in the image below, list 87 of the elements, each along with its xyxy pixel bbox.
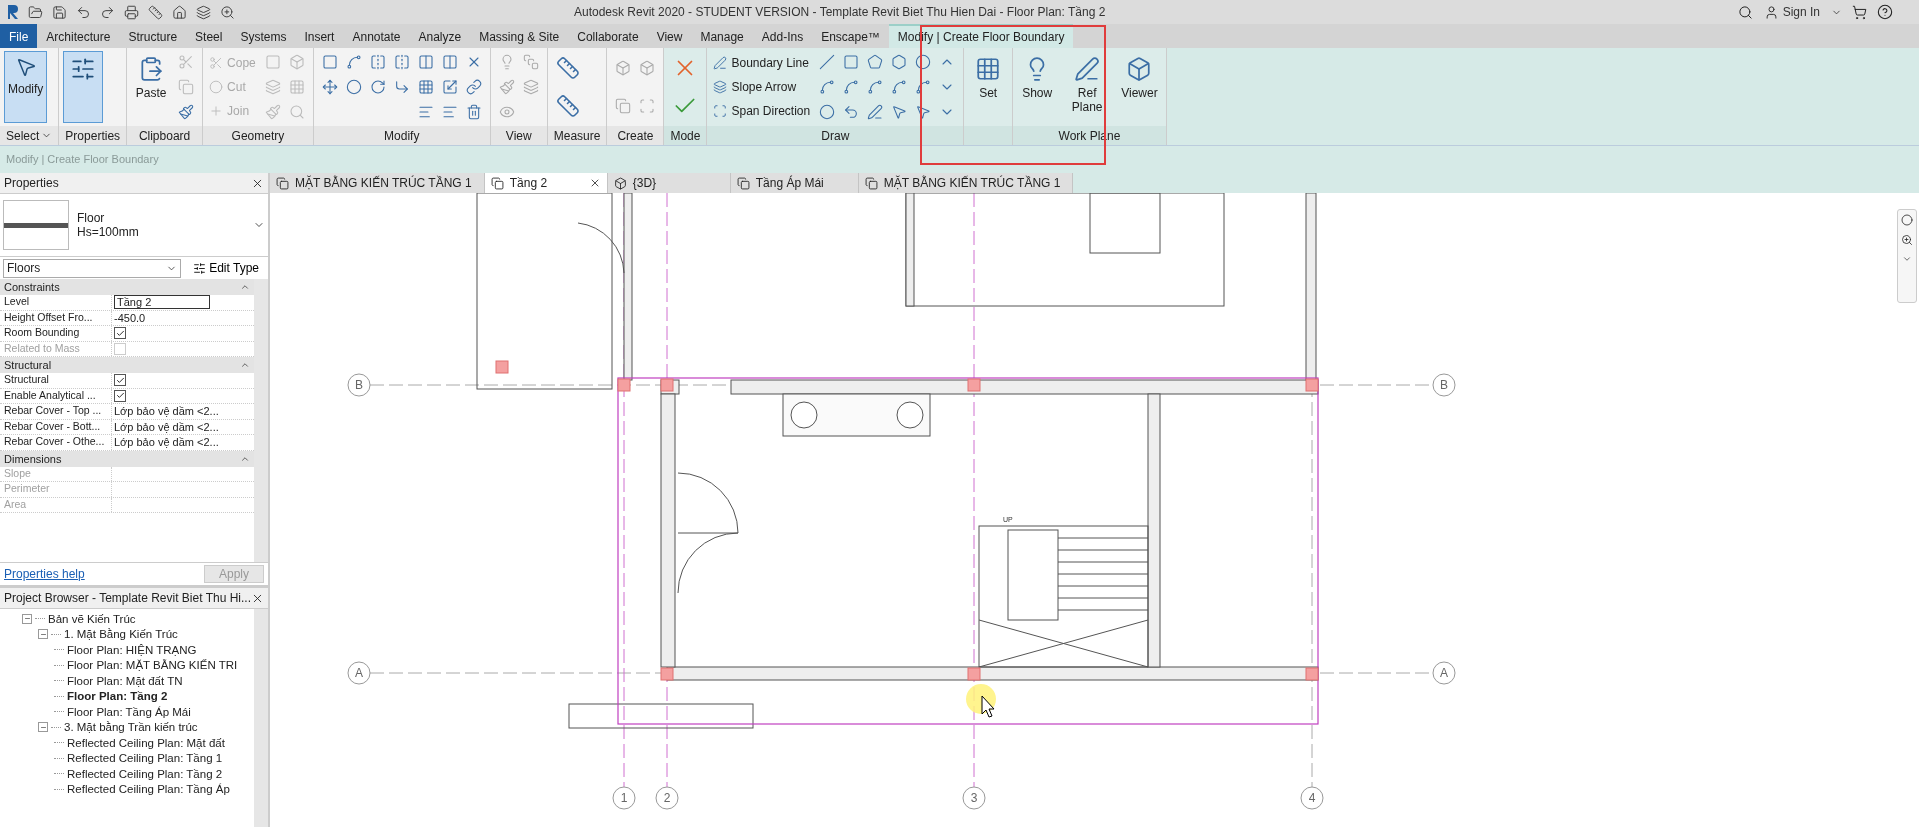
tree-item[interactable]: 3. Mặt bằng Trần kiến trúc xyxy=(38,719,254,735)
grid-bubble: B xyxy=(1432,373,1456,397)
document-tab[interactable]: Tầng Áp Mái xyxy=(730,173,859,193)
help-link[interactable]: Properties help xyxy=(4,567,85,581)
document-tab[interactable]: MẶT BẰNG KIẾN TRÚC TẦNG 1 xyxy=(858,173,1074,193)
ribbon-tab[interactable]: Analyze xyxy=(409,24,471,48)
group-label: Draw xyxy=(707,126,964,145)
property-label: Slope xyxy=(0,466,112,481)
ribbon-tool[interactable]: Boundary Line xyxy=(711,55,813,71)
ribbon-tab[interactable]: Collaborate xyxy=(568,24,648,48)
tree-item[interactable]: Bản vẽ Kiến Trúc xyxy=(22,611,254,627)
document-tab[interactable]: MẶT BẰNG KIẾN TRÚC TẦNG 1 xyxy=(270,173,485,193)
value-text: Lớp bảo vệ dầm <2... xyxy=(114,436,219,449)
section-header[interactable]: Structural xyxy=(0,357,254,373)
tree-item[interactable]: Reflected Ceiling Plan: Tầng 1 xyxy=(54,750,254,766)
tree-item[interactable]: Floor Plan: HIỆN TRẠNG xyxy=(54,642,254,658)
property-label: Enable Analytical ... xyxy=(0,388,112,403)
ribbon-tab[interactable]: Structure xyxy=(119,24,187,48)
category-dropdown[interactable]: Floors xyxy=(3,258,182,278)
group-label: Geometry xyxy=(203,126,313,145)
ribbon-tool[interactable]: Set xyxy=(968,51,1009,123)
ribbon-tool[interactable]: Paste xyxy=(131,51,172,123)
ribbon-tab[interactable]: Massing & Site xyxy=(470,24,569,48)
ribbon-tool[interactable]: Modify xyxy=(4,51,48,123)
tree-item[interactable]: Floor Plan: MẶT BẰNG KIẾN TRI xyxy=(54,657,254,673)
type-selector[interactable]: Floor Hs=100mm xyxy=(0,194,268,257)
grid-bubble: 3 xyxy=(962,786,986,810)
ribbon-tab[interactable]: Enscape™ xyxy=(812,24,889,48)
document-tab[interactable]: {3D} xyxy=(607,173,731,193)
grid-bubble: 1 xyxy=(612,786,636,810)
group-label: Properties xyxy=(59,126,127,145)
ribbon-tab[interactable]: Systems xyxy=(231,24,296,48)
tree-item[interactable]: Floor Plan: Mặt đất TN xyxy=(54,673,254,689)
tree-item[interactable]: Reflected Ceiling Plan: Tầng 2 xyxy=(54,766,254,782)
ribbon-tool[interactable]: Viewer xyxy=(1117,51,1162,123)
ribbon-tab[interactable]: File xyxy=(0,24,38,48)
property-label: Height Offset Fro... xyxy=(0,310,112,325)
property-label: Structural xyxy=(0,373,112,388)
sign-in-button[interactable]: Sign In xyxy=(1762,3,1821,21)
value-text: Lớp bảo vệ dầm <2... xyxy=(114,405,219,418)
grid-bubble: B xyxy=(347,373,371,397)
group-label: Create xyxy=(607,126,664,145)
grid-bubble: A xyxy=(1432,661,1456,685)
edit-type-button[interactable]: Edit Type xyxy=(187,260,265,276)
value-text: Lớp bảo vệ dầm <2... xyxy=(114,420,219,433)
grid-bubble: A xyxy=(347,661,371,685)
context-label: Modify | Create Floor Boundary xyxy=(6,152,159,165)
property-label: Rebar Cover - Othe... xyxy=(0,435,112,450)
ribbon-tab[interactable]: Add-Ins xyxy=(752,24,813,48)
grid-bubble: 2 xyxy=(655,786,679,810)
property-label: Level xyxy=(0,295,112,310)
tree-item[interactable]: Reflected Ceiling Plan: Tầng Áp xyxy=(54,781,254,797)
tree-item[interactable]: 1. Mặt Bằng Kiến Trúc xyxy=(38,626,254,642)
ribbon-tab[interactable]: Annotate xyxy=(343,24,410,48)
document-tab[interactable]: Tầng 2 xyxy=(484,173,608,193)
property-label: Area xyxy=(0,497,112,512)
group-label: Mode xyxy=(664,126,707,145)
ribbon-tool[interactable]: Span Direction xyxy=(711,103,813,119)
property-label: Rebar Cover - Bott... xyxy=(0,419,112,434)
panel-title: Project Browser - Template Revit Biet Thu Hi... xyxy=(4,591,251,605)
ribbon-tab[interactable]: Steel xyxy=(186,24,232,48)
group-label: View xyxy=(490,126,547,145)
ribbon-tab[interactable]: Manage xyxy=(691,24,753,48)
property-label: Room Bounding xyxy=(0,326,112,341)
tree-item[interactable]: Floor Plan: Tầng Áp Mái xyxy=(54,704,254,720)
panel-title: Properties xyxy=(4,176,59,190)
value-text: -450.0 xyxy=(114,311,146,324)
ribbon-tool[interactable]: Ref Plane xyxy=(1060,51,1115,123)
ribbon-tab[interactable]: View xyxy=(647,24,692,48)
property-label: Rebar Cover - Top ... xyxy=(0,404,112,419)
group-label: Clipboard xyxy=(127,126,203,145)
group-label: Modify xyxy=(313,126,490,145)
value-field[interactable]: Tầng 2 xyxy=(114,295,210,310)
tree-item[interactable]: Reflected Ceiling Plan: Mặt đất xyxy=(54,735,254,751)
property-label: Related to Mass xyxy=(0,341,112,356)
window-title: Autodesk Revit 2020 - STUDENT VERSION - Template Revit Biet Thu Hien Dai - Floor Plan: Tầng 2 xyxy=(574,5,1107,19)
ribbon-tool[interactable]: Show xyxy=(1017,51,1058,123)
ribbon-tab[interactable]: Architecture xyxy=(37,24,120,48)
group-label: Select xyxy=(0,126,59,145)
grid-bubble: 4 xyxy=(1300,786,1324,810)
tree-item[interactable]: Floor Plan: Tầng 2 xyxy=(54,688,254,704)
ribbon-tab[interactable]: Insert xyxy=(295,24,344,48)
section-header[interactable]: Dimensions xyxy=(0,450,254,467)
ribbon-tool[interactable]: Slope Arrow xyxy=(711,79,813,95)
group-label: Measure xyxy=(547,126,607,145)
section-header[interactable]: Constraints xyxy=(0,279,254,295)
property-label: Perimeter xyxy=(0,482,112,497)
